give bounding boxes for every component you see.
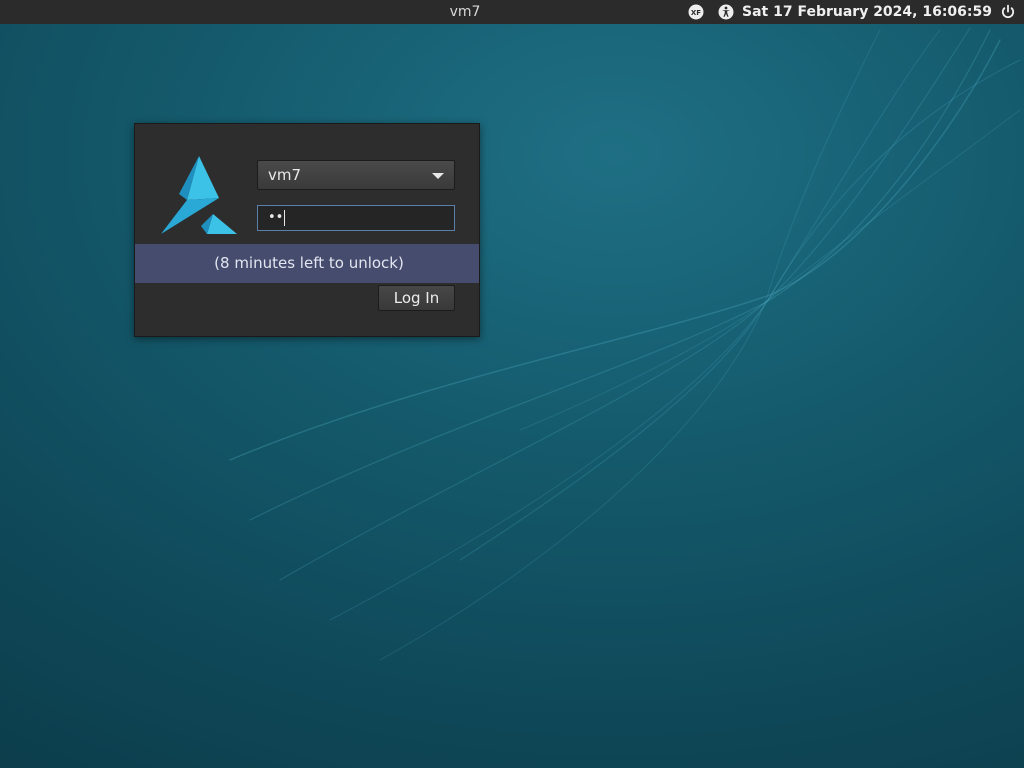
user-select-value: vm7 bbox=[268, 166, 302, 184]
distro-logo-icon bbox=[157, 154, 241, 238]
password-input[interactable]: •• bbox=[257, 205, 455, 231]
lockout-message: (8 minutes left to unlock) bbox=[135, 244, 479, 283]
power-icon[interactable] bbox=[1000, 4, 1016, 20]
panel-clock: Sat 17 February 2024, 16:06:59 bbox=[742, 4, 992, 20]
svg-text:XF: XF bbox=[691, 9, 701, 17]
accessibility-icon[interactable] bbox=[718, 4, 734, 20]
text-cursor bbox=[284, 209, 286, 226]
panel-indicators: XF Sat 17 February 2024, 16:06:59 bbox=[682, 0, 1016, 24]
login-window: vm7 •• (8 minutes left to unlock) Log In bbox=[134, 123, 480, 337]
login-button[interactable]: Log In bbox=[378, 285, 455, 311]
desktop-wallpaper bbox=[229, 27, 1021, 661]
top-panel: vm7 XF Sat 17 February 2024, 16:06:59 bbox=[0, 0, 1024, 24]
xfce-logo-icon[interactable]: XF bbox=[688, 4, 704, 20]
user-select-dropdown[interactable]: vm7 bbox=[257, 160, 455, 190]
password-masked-value: •• bbox=[268, 210, 284, 225]
chevron-down-icon bbox=[432, 173, 444, 179]
